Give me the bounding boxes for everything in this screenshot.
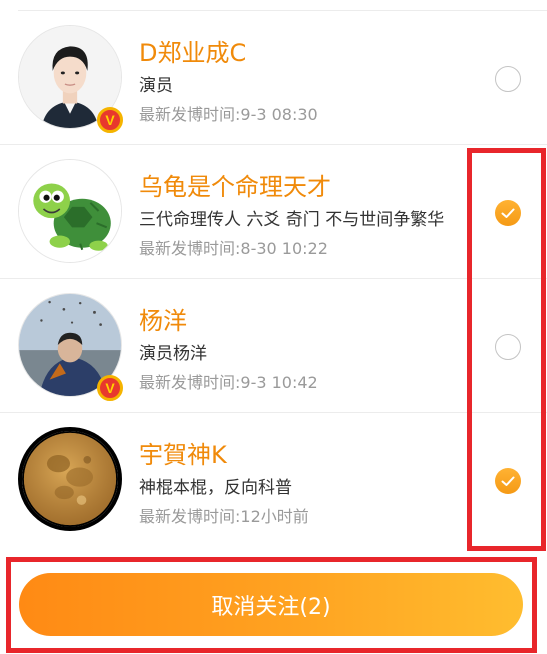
user-name[interactable]: D郑业成C (139, 33, 246, 68)
select-checkbox-checked[interactable] (495, 468, 521, 494)
last-post-time: 最新发博时间:9-3 08:30 (139, 105, 318, 124)
user-row[interactable]: V 杨洋 演员杨洋 最新发博时间:9-3 10:42 (0, 279, 547, 413)
verified-badge-icon: V (97, 107, 123, 133)
user-row[interactable]: 乌龟是个命理天才 三代命理传人 六爻 奇门 不与世间争繁华 最新发博时间:8-3… (0, 145, 547, 279)
last-post-time: 最新发博时间:9-3 10:42 (139, 373, 318, 392)
user-row[interactable]: 宇賀神K 神棍本棍，反向科普 最新发博时间:12小时前 (0, 413, 547, 547)
verified-badge-icon: V (97, 375, 123, 401)
cartoon-turtle-icon (19, 160, 121, 262)
user-row[interactable]: V D郑业成C 演员 最新发博时间:9-3 08:30 (0, 11, 547, 145)
user-bio: 演员 (139, 76, 173, 96)
unfollow-button[interactable]: 取消关注(2) (19, 573, 523, 636)
user-bio: 三代命理传人 六爻 奇门 不与世间争繁华 (139, 210, 445, 230)
avatar[interactable] (18, 427, 122, 531)
user-name[interactable]: 乌龟是个命理天才 (139, 167, 331, 202)
select-checkbox[interactable] (495, 334, 521, 360)
checkmark-icon (501, 208, 515, 218)
user-name[interactable]: 宇賀神K (139, 435, 227, 470)
last-post-time: 最新发博时间:12小时前 (139, 507, 309, 526)
followed-user-list: V D郑业成C 演员 最新发博时间:9-3 08:30 乌龟是个命理天才 三代命… (0, 11, 547, 547)
select-checkbox-checked[interactable] (495, 200, 521, 226)
avatar[interactable] (18, 159, 122, 263)
user-name[interactable]: 杨洋 (139, 301, 187, 336)
user-bio: 神棍本棍，反向科普 (139, 478, 292, 498)
select-checkbox[interactable] (495, 66, 521, 92)
full-moon-icon (22, 431, 118, 527)
checkmark-icon (501, 476, 515, 486)
user-bio: 演员杨洋 (139, 344, 207, 364)
last-post-time: 最新发博时间:8-30 10:22 (139, 239, 328, 258)
